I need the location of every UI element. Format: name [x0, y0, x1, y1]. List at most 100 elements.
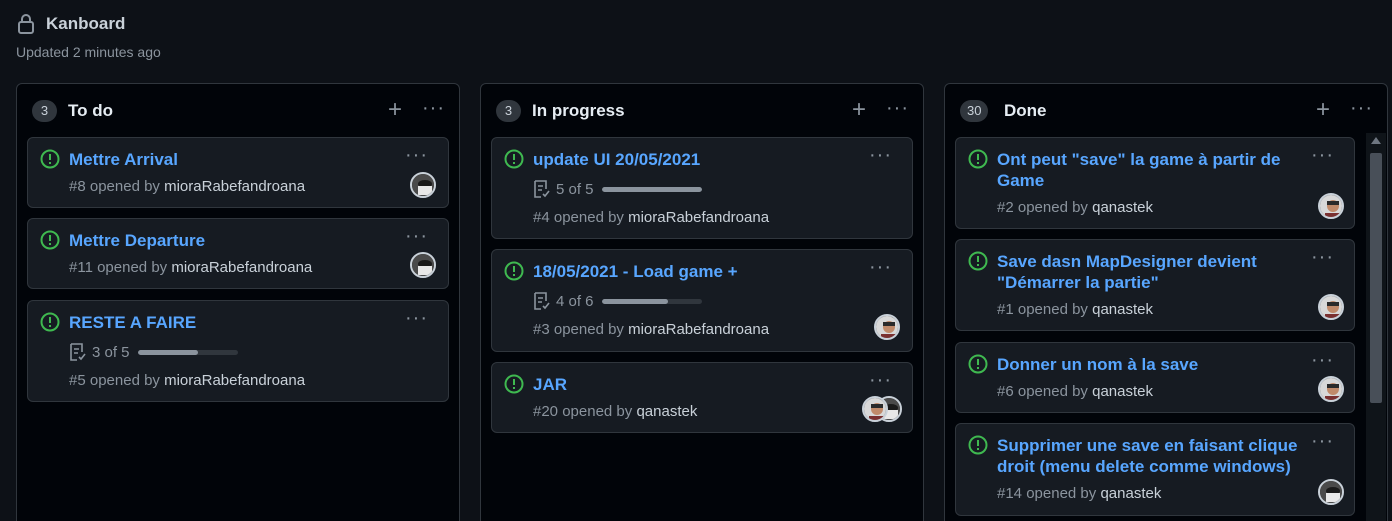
card-meta: #6 opened by qanastek	[997, 383, 1153, 400]
card-title-link[interactable]: Mettre Arrival	[69, 149, 178, 170]
issue-opened-icon	[504, 374, 524, 394]
avatar[interactable]	[1318, 294, 1344, 320]
card-title-link[interactable]: Mettre Departure	[69, 230, 205, 251]
card-issue-3[interactable]: 18/05/2021 - Load game + ··· 4 of 6 #3 o…	[491, 249, 913, 352]
card-meta: #11 opened by mioraRabefandroana	[69, 259, 313, 276]
column-todo: 3 To do + ··· Mettre Arrival ··· #8 open…	[16, 83, 460, 521]
task-progress: 4 of 6	[533, 291, 702, 311]
card-title-link[interactable]: RESTE A FAIRE	[69, 312, 196, 333]
checklist-icon	[534, 180, 550, 198]
card-issue-14[interactable]: Supprimer une save en faisant clique droi…	[955, 423, 1355, 516]
progress-bar	[601, 186, 702, 192]
card-issue-2[interactable]: Ont peut "save" la game à partir de Game …	[955, 137, 1355, 229]
author-link[interactable]: mioraRabefandroana	[164, 178, 305, 195]
card-menu-icon[interactable]: ···	[1311, 144, 1334, 167]
author-link[interactable]: mioraRabefandroana	[164, 372, 305, 389]
column-header: 3 In progress + ···	[481, 84, 923, 136]
column-header: 3 To do + ···	[17, 84, 459, 136]
add-card-plus-icon[interactable]: +	[388, 98, 402, 122]
add-card-plus-icon[interactable]: +	[852, 98, 866, 122]
column-in-progress: 3 In progress + ··· update UI 20/05/2021…	[480, 83, 924, 521]
checklist-icon	[534, 292, 550, 310]
card-title-link[interactable]: Ont peut "save" la game à partir de Game	[997, 149, 1281, 191]
card-title-link[interactable]: 18/05/2021 - Load game +	[533, 261, 738, 282]
column-menu-icon[interactable]: ···	[422, 96, 445, 120]
updated-text: Updated 2 minutes ago	[16, 44, 161, 60]
avatar[interactable]	[410, 252, 436, 278]
card-meta: #2 opened by qanastek	[997, 199, 1153, 216]
board-header: Kanboard Updated 2 minutes ago	[16, 12, 161, 60]
column-count: 3	[32, 100, 57, 122]
board-title: Kanboard	[46, 14, 126, 33]
task-progress: 5 of 5	[533, 179, 702, 199]
card-meta: #5 opened by mioraRabefandroana	[69, 372, 306, 389]
column-title: In progress	[532, 101, 625, 120]
card-issue-4[interactable]: update UI 20/05/2021 ··· 5 of 5 #4 opene…	[491, 137, 913, 239]
author-link[interactable]: qanastek	[1092, 383, 1153, 400]
column-menu-icon[interactable]: ···	[1350, 96, 1373, 120]
card-title-link[interactable]: update UI 20/05/2021	[533, 149, 700, 170]
author-link[interactable]: qanastek	[636, 403, 697, 420]
issue-opened-icon	[968, 251, 988, 271]
issue-opened-icon	[968, 435, 988, 455]
issue-opened-icon	[40, 230, 60, 250]
avatar[interactable]	[862, 396, 888, 422]
column-menu-icon[interactable]: ···	[886, 96, 909, 120]
avatar[interactable]	[1318, 479, 1344, 505]
card-issue-20[interactable]: JAR ··· #20 opened by qanastek	[491, 362, 913, 433]
card-issue-6[interactable]: Donner un nom à la save ··· #6 opened by…	[955, 342, 1355, 413]
card-title-link[interactable]: JAR	[533, 374, 567, 395]
column-title: To do	[68, 101, 113, 120]
card-title-link[interactable]: Donner un nom à la save	[997, 354, 1198, 375]
card-meta: #20 opened by qanastek	[533, 403, 698, 420]
author-link[interactable]: qanastek	[1092, 199, 1153, 216]
task-count: 3 of 5	[92, 343, 130, 361]
card-menu-icon[interactable]: ···	[1311, 246, 1334, 269]
scroll-up-arrow-icon[interactable]	[1371, 137, 1381, 144]
card-issue-8[interactable]: Mettre Arrival ··· #8 opened by mioraRab…	[27, 137, 449, 208]
issue-opened-icon	[40, 312, 60, 332]
card-menu-icon[interactable]: ···	[405, 225, 428, 248]
card-meta: #14 opened by qanastek	[997, 485, 1162, 502]
column-count: 30	[960, 100, 989, 122]
avatar[interactable]	[1318, 193, 1344, 219]
card-issue-5[interactable]: RESTE A FAIRE ··· 3 of 5 #5 opened by mi…	[27, 300, 449, 402]
avatar[interactable]	[1318, 376, 1344, 402]
card-title-link[interactable]: Supprimer une save en faisant clique droi…	[997, 435, 1297, 477]
card-meta: #3 opened by mioraRabefandroana	[533, 321, 770, 338]
avatar[interactable]	[410, 172, 436, 198]
add-card-plus-icon[interactable]: +	[1316, 98, 1330, 122]
column-header: 30 Done + ···	[945, 84, 1387, 136]
card-menu-icon[interactable]: ···	[405, 307, 428, 330]
progress-bar	[601, 298, 702, 304]
card-issue-11[interactable]: Mettre Departure ··· #11 opened by miora…	[27, 218, 449, 289]
issue-opened-icon	[504, 261, 524, 281]
task-count: 5 of 5	[556, 180, 594, 198]
lock-icon	[18, 14, 34, 34]
card-menu-icon[interactable]: ···	[869, 256, 892, 279]
card-meta: #8 opened by mioraRabefandroana	[69, 178, 306, 195]
card-menu-icon[interactable]: ···	[869, 144, 892, 167]
author-link[interactable]: mioraRabefandroana	[171, 259, 312, 276]
author-link[interactable]: mioraRabefandroana	[628, 321, 769, 338]
author-link[interactable]: mioraRabefandroana	[628, 209, 769, 226]
column-done: 30 Done + ··· Ont peut "save" la game à …	[944, 83, 1388, 521]
avatar[interactable]	[874, 314, 900, 340]
author-link[interactable]: qanastek	[1092, 301, 1153, 318]
card-menu-icon[interactable]: ···	[405, 144, 428, 167]
progress-bar	[137, 349, 238, 355]
card-issue-1[interactable]: Save dasn MapDesigner devient "Démarrer l…	[955, 239, 1355, 331]
card-meta: #4 opened by mioraRabefandroana	[533, 209, 770, 226]
scroll-thumb[interactable]	[1370, 153, 1382, 403]
card-menu-icon[interactable]: ···	[1311, 349, 1334, 372]
card-menu-icon[interactable]: ···	[869, 369, 892, 392]
card-title-link[interactable]: Save dasn MapDesigner devient "Démarrer l…	[997, 251, 1257, 293]
card-menu-icon[interactable]: ···	[1311, 430, 1334, 453]
card-meta: #1 opened by qanastek	[997, 301, 1153, 318]
issue-opened-icon	[968, 354, 988, 374]
column-count: 3	[496, 100, 521, 122]
author-link[interactable]: qanastek	[1100, 485, 1161, 502]
done-column-scrollbar[interactable]	[1366, 133, 1386, 521]
checklist-icon	[70, 343, 86, 361]
task-count: 4 of 6	[556, 292, 594, 310]
